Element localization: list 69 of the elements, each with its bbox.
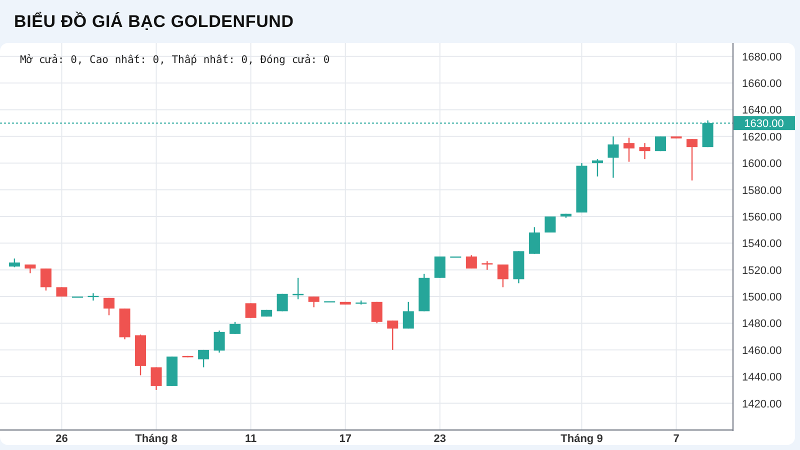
candlestick [402, 302, 414, 329]
candlestick [230, 322, 241, 334]
candlestick [135, 334, 146, 376]
x-axis-label: Tháng 8 [135, 433, 178, 445]
candlestick [466, 255, 477, 269]
x-axis-label: 23 [434, 433, 446, 445]
y-axis-label: 1660.00 [742, 78, 782, 90]
chart-title: BIỂU ĐỒ GIÁ BẠC GOLDENFUND [14, 12, 294, 32]
candlestick [245, 303, 256, 318]
y-axis-label: 1420.00 [742, 398, 782, 410]
candlestick [198, 350, 210, 368]
candlestick [340, 302, 351, 305]
y-axis-label: 1480.00 [742, 318, 782, 330]
candlestick [40, 268, 52, 291]
candlestick [150, 367, 162, 390]
y-axis-label: 1500.00 [742, 292, 782, 304]
x-axis-label: Tháng 9 [560, 433, 603, 445]
candlestick [702, 120, 714, 148]
ohlc-legend: Mở cửa: 0, Cao nhất: 0, Thấp nhất: 0, Đóng cửa: 0 [20, 54, 330, 66]
candlestick [56, 287, 68, 297]
y-axis-label: 1600.00 [742, 158, 782, 170]
candlestick [166, 356, 178, 386]
candlestick [292, 278, 304, 300]
candlestick [182, 356, 194, 358]
candlestick [497, 264, 508, 288]
candlestick [482, 261, 493, 270]
candlestick [24, 264, 36, 274]
candlestick [387, 320, 398, 350]
candlestick [119, 308, 130, 340]
y-axis-label: 1460.00 [742, 344, 782, 357]
candlestick [104, 298, 114, 316]
candlestick [608, 136, 619, 178]
candlestick [560, 214, 572, 218]
x-axis-label: 17 [339, 433, 352, 445]
candlestick [214, 330, 225, 353]
candlestick [8, 258, 20, 268]
candlestick [276, 294, 288, 312]
candlestick [513, 251, 524, 284]
x-axis-label: 7 [673, 433, 680, 445]
candlestick [418, 274, 430, 312]
y-axis-label: 1440.00 [742, 372, 782, 384]
candlestick [434, 256, 446, 278]
candlestick [624, 138, 634, 162]
candlestick [371, 302, 382, 324]
candlestick [639, 143, 650, 160]
candlestick [324, 300, 336, 302]
ref-line-label: 1630.00 [744, 118, 784, 130]
candlestick [655, 136, 666, 152]
candlestick [686, 139, 698, 180]
price-tag: 1630.00 [733, 116, 795, 130]
candlestick [308, 296, 320, 308]
candlestick [576, 163, 588, 212]
candlestick [88, 293, 99, 301]
candlestick [544, 216, 556, 232]
y-axis-label: 1680.00 [742, 51, 782, 64]
candlestick [72, 296, 83, 298]
y-axis-label: 1580.00 [742, 184, 782, 197]
y-axis-label: 1520.00 [742, 264, 782, 277]
x-axis-label: 26 [56, 433, 68, 445]
x-axis-label: 11 [245, 433, 257, 445]
candlestick [670, 136, 682, 138]
y-axis-label: 1620.00 [742, 131, 782, 144]
candlestick [261, 310, 272, 317]
y-axis-label: 1640.00 [742, 104, 782, 117]
candlestick [450, 256, 462, 258]
y-axis-label: 1560.00 [742, 211, 782, 224]
candlestick [592, 159, 603, 176]
y-axis-label: 1540.00 [742, 238, 782, 250]
candlestick [528, 227, 540, 254]
